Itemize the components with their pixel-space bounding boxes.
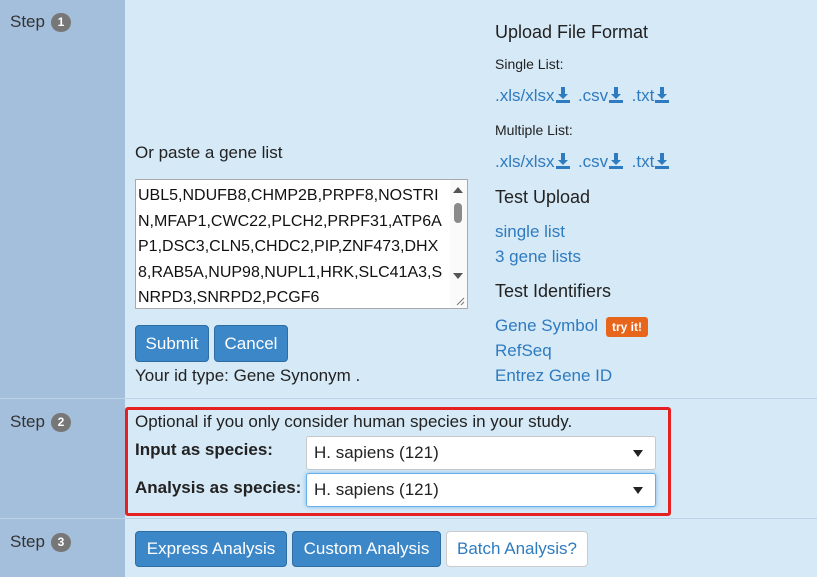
step3-label: Step 3 (10, 532, 71, 552)
test-identifiers-title: Test Identifiers (495, 281, 612, 301)
step1-row: Step 1 Or paste a gene list UBL5,NDUFB8,… (0, 0, 817, 398)
download-icon (555, 153, 570, 169)
format-label: .txt (631, 86, 655, 105)
download-icon (609, 87, 624, 103)
single-list-label: Single List: (495, 56, 564, 72)
resize-handle-icon[interactable] (455, 296, 465, 306)
format-label: .txt (631, 152, 655, 171)
batch-analysis-button[interactable]: Batch Analysis? (446, 531, 588, 567)
upload-format-title: Upload File Format (495, 22, 649, 42)
step-text: Step (10, 532, 45, 551)
step1-label: Step 1 (10, 12, 71, 32)
gene-list-textarea[interactable]: UBL5,NDUFB8,CHMP2B,PRPF8,NOSTRIN,MFAP1,C… (135, 179, 468, 309)
custom-analysis-button[interactable]: Custom Analysis (292, 531, 441, 567)
format-label: .csv (577, 152, 609, 171)
step1-column (0, 0, 125, 398)
express-analysis-button[interactable]: Express Analysis (135, 531, 287, 567)
multiple-list-downloads: .xls/xlsx .csv .txt (495, 152, 670, 172)
try-it-badge[interactable]: try it! (606, 317, 648, 337)
format-label: .xls/xlsx (495, 86, 555, 105)
test-upload-title: Test Upload (495, 187, 591, 207)
single-list-downloads: .xls/xlsx .csv .txt (495, 86, 670, 106)
textarea-scrollbar[interactable] (450, 180, 467, 308)
step2-label: Step 2 (10, 412, 71, 432)
step-text: Step (10, 412, 45, 431)
format-label: .csv (577, 86, 609, 105)
multiple-txt-download-link[interactable]: .txt (632, 152, 670, 171)
multiple-csv-download-link[interactable]: .csv (577, 152, 624, 171)
download-icon (609, 153, 624, 169)
single-txt-download-link[interactable]: .txt (632, 86, 670, 105)
single-xls-download-link[interactable]: .xls/xlsx (495, 86, 570, 105)
id-type-text: Your id type: Gene Synonym . (135, 366, 361, 385)
cancel-button[interactable]: Cancel (214, 325, 288, 362)
step-text: Step (10, 12, 45, 31)
download-icon (555, 87, 570, 103)
three-gene-lists-link[interactable]: 3 gene lists (495, 247, 581, 267)
download-icon (655, 153, 670, 169)
scroll-up-arrow-icon[interactable] (453, 187, 463, 193)
gene-symbol-link[interactable]: Gene Symbol (495, 316, 598, 336)
download-icon (655, 87, 670, 103)
refseq-link[interactable]: RefSeq (495, 341, 552, 361)
paste-gene-list-label: Or paste a gene list (135, 143, 283, 162)
step-number-badge: 2 (50, 412, 71, 432)
scroll-thumb[interactable] (454, 203, 462, 223)
step-number-badge: 3 (50, 532, 71, 552)
entrez-gene-id-link[interactable]: Entrez Gene ID (495, 366, 612, 386)
multiple-xls-download-link[interactable]: .xls/xlsx (495, 152, 570, 171)
single-csv-download-link[interactable]: .csv (577, 86, 624, 105)
single-list-link[interactable]: single list (495, 222, 565, 242)
format-label: .xls/xlsx (495, 152, 555, 171)
gene-list-text: UBL5,NDUFB8,CHMP2B,PRPF8,NOSTRIN,MFAP1,C… (138, 187, 443, 306)
multiple-list-label: Multiple List: (495, 122, 573, 138)
submit-button[interactable]: Submit (135, 325, 209, 362)
step-number-badge: 1 (50, 12, 71, 32)
species-highlight-box (125, 407, 671, 516)
scroll-down-arrow-icon[interactable] (453, 273, 463, 279)
